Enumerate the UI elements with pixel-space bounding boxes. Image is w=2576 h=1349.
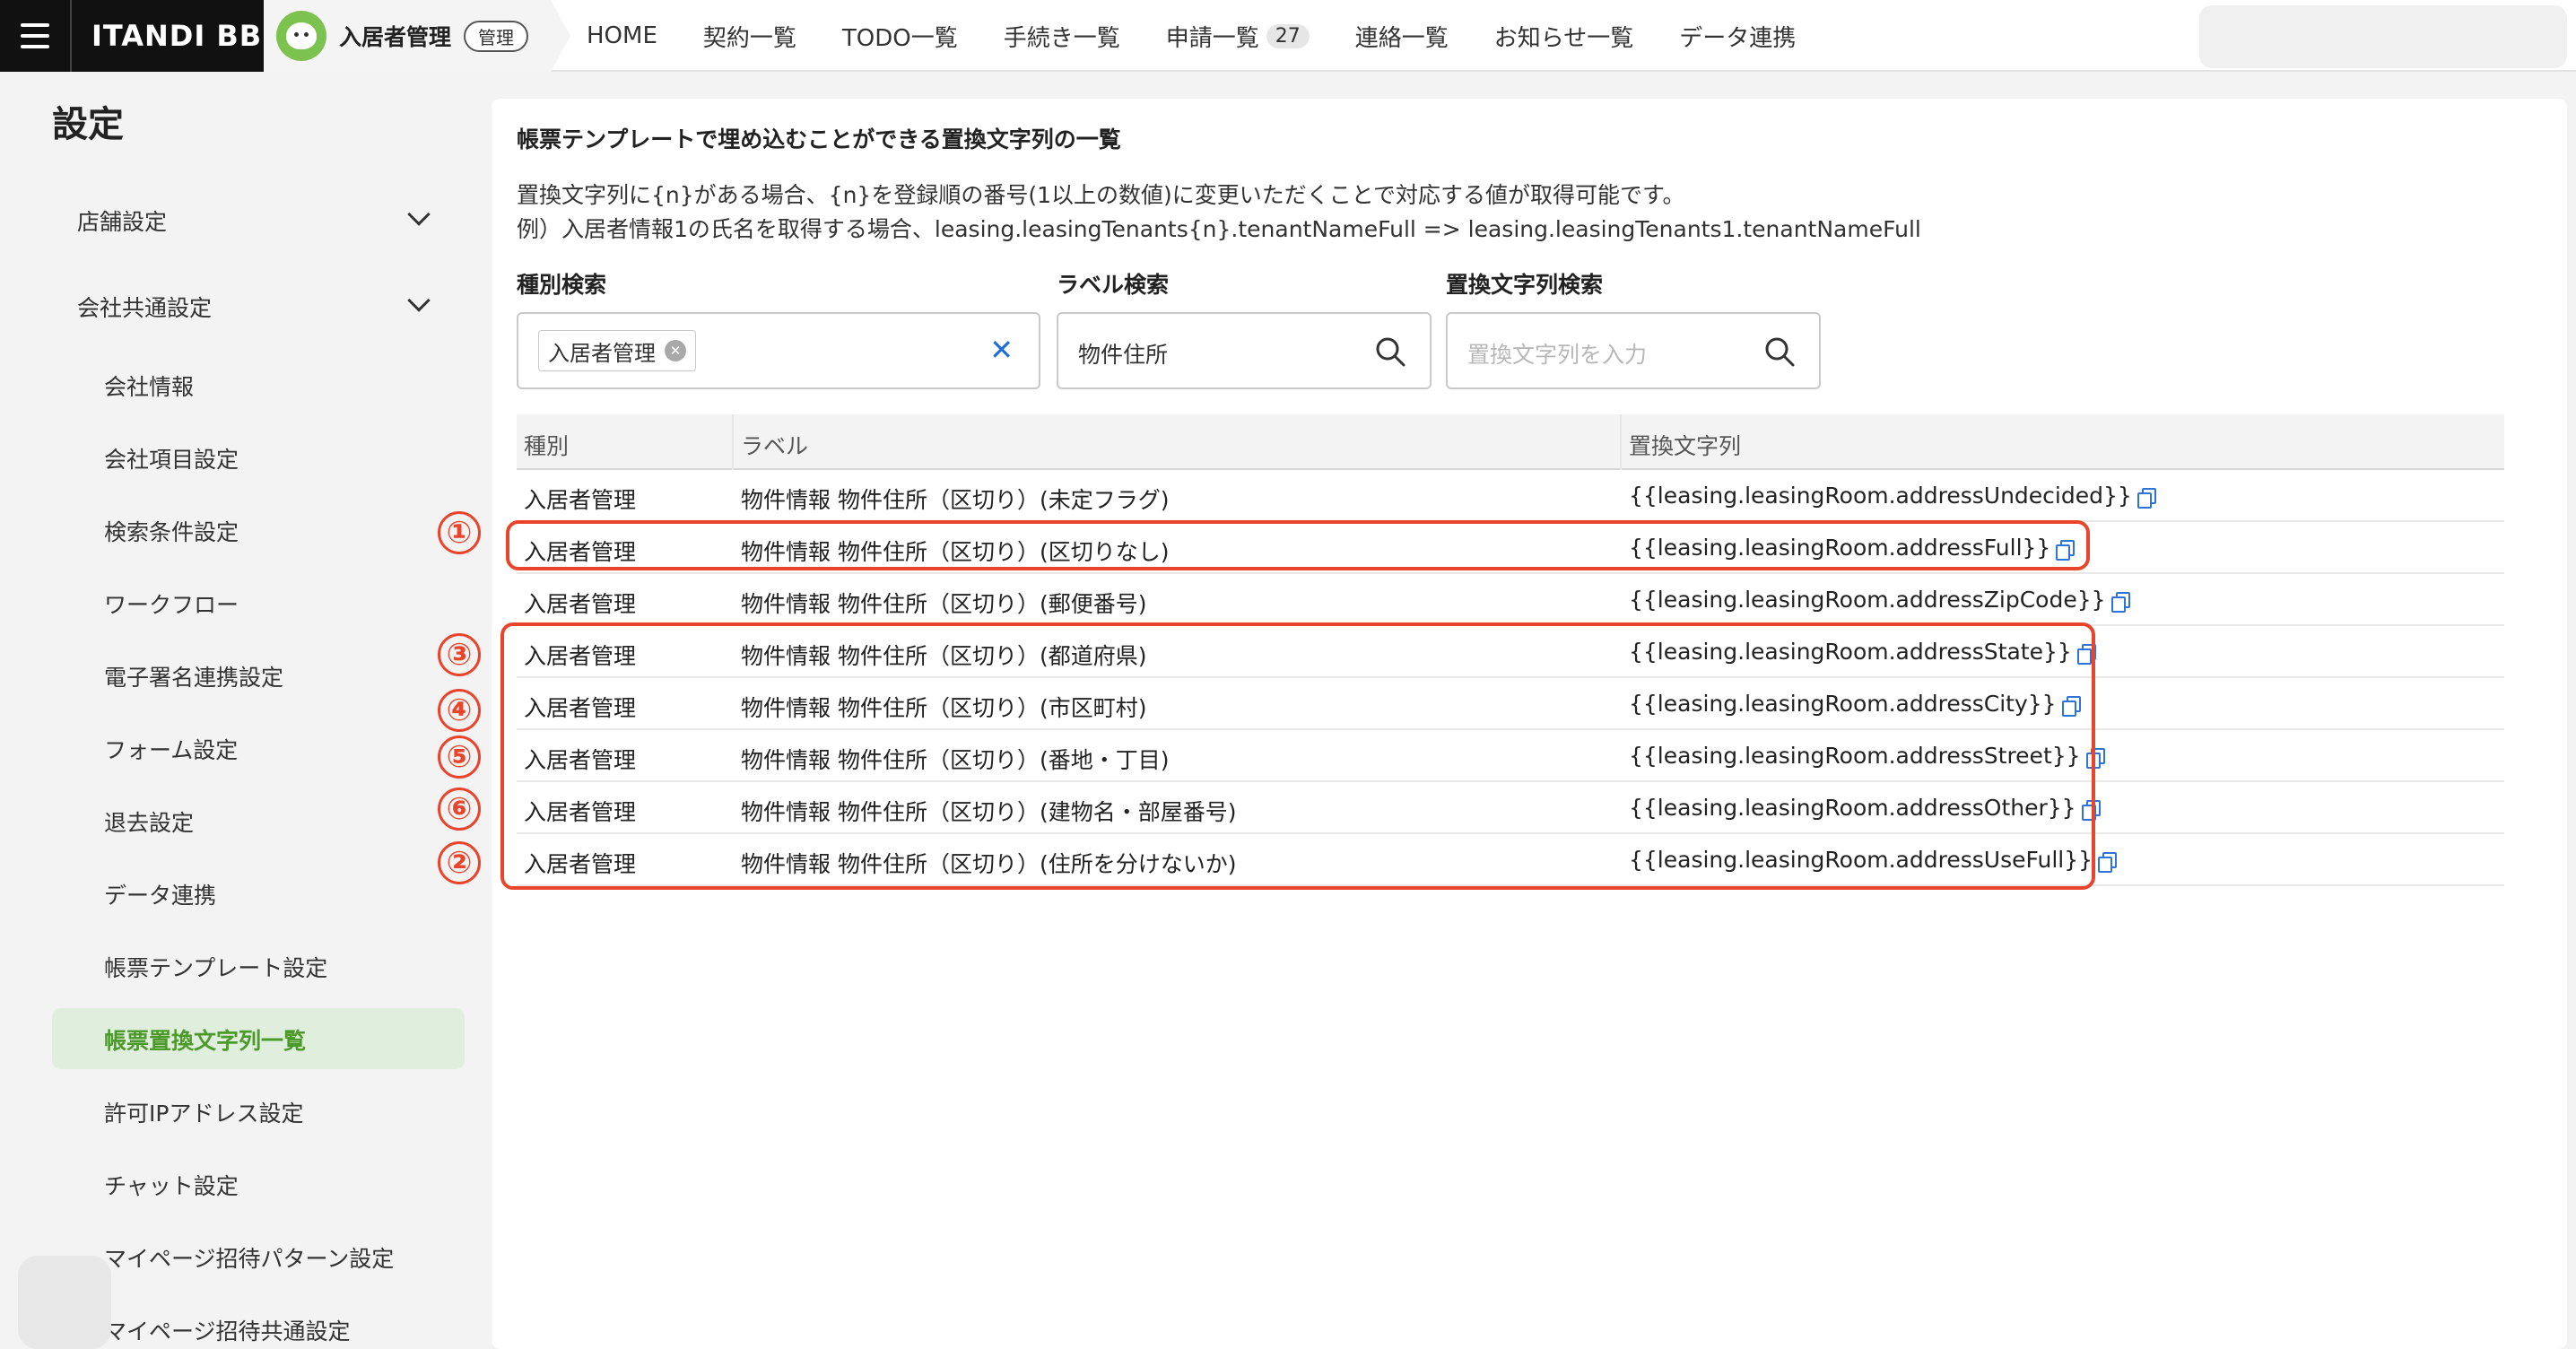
annotation-number: ⑤ — [438, 735, 481, 779]
sidebar-item-search-conditions[interactable]: 検索条件設定 — [104, 515, 239, 547]
description-line-2: 例）入居者情報1の氏名を取得する場合、leasing.leasingTenant… — [517, 216, 1921, 242]
annotation-highlight-box — [500, 622, 2095, 890]
main-nav: HOME 契約一覧 TODO一覧 手続き一覧 申請一覧 27 連絡一覧 お知らせ一… — [587, 0, 1796, 72]
sidebar-title: 設定 — [52, 104, 124, 145]
nav-applications[interactable]: 申請一覧 27 — [1166, 20, 1310, 53]
nav-home[interactable]: HOME — [587, 22, 657, 49]
sidebar-item-mypage-invite-pattern[interactable]: マイページ招待パターン設定 — [104, 1241, 394, 1274]
nav-label: TODO一覧 — [841, 24, 958, 52]
sidebar-item-company-info[interactable]: 会社情報 — [104, 370, 194, 402]
chip-remove-icon[interactable]: ✕ — [665, 340, 686, 361]
column-header-type: 種別 — [524, 433, 570, 459]
replace-search-input[interactable]: 置換文字列を入力 — [1446, 312, 1821, 389]
nav-label: HOME — [587, 22, 657, 49]
replace-search-placeholder: 置換文字列を入力 — [1467, 342, 1648, 368]
nav-messages[interactable]: 連絡一覧 — [1355, 20, 1449, 53]
sidebar-item-allowed-ip[interactable]: 許可IPアドレス設定 — [104, 1096, 303, 1128]
description-line-1: 置換文字列に{n}がある場合、{n}を登録順の番号(1以上の数値)に変更いただく… — [517, 182, 1685, 208]
column-header-label: ラベル — [741, 433, 809, 459]
menu-icon[interactable] — [0, 0, 70, 72]
applications-count-badge: 27 — [1266, 23, 1310, 48]
annotation-number: ③ — [438, 633, 481, 676]
nav-procedures[interactable]: 手続き一覧 — [1004, 20, 1120, 53]
replace-filter-label: 置換文字列検索 — [1446, 272, 1604, 298]
page-heading: 帳票テンプレートで埋め込むことができる置換文字列の一覧 — [517, 126, 1121, 152]
sidebar-item-workflow[interactable]: ワークフロー — [104, 587, 239, 620]
top-bar: ITANDI BB 入居者管理 管理 HOME 契約一覧 TODO一覧 手続き一… — [0, 0, 2576, 72]
nav-label: データ連携 — [1679, 24, 1797, 52]
sidebar-item-forms[interactable]: フォーム設定 — [104, 733, 238, 765]
label-search-input[interactable]: 物件住所 — [1057, 312, 1432, 389]
floating-chat-button[interactable] — [18, 1256, 111, 1349]
sidebar-item-form-templates[interactable]: 帳票テンプレート設定 — [104, 951, 327, 983]
label-filter-label: ラベル検索 — [1057, 272, 1170, 298]
sidebar-item-chat[interactable]: チャット設定 — [104, 1169, 239, 1201]
cell-replace: {{leasing.leasingRoom.addressUndecided}} — [1629, 483, 2156, 509]
sidebar-item-replacement-strings[interactable]: 帳票置換文字列一覧 — [104, 1023, 306, 1056]
replace-string: {{leasing.leasingRoom.addressZipCode}} — [1629, 587, 2106, 613]
nav-label: 契約一覧 — [702, 24, 796, 52]
nav-todo[interactable]: TODO一覧 — [842, 20, 958, 53]
app-role-badge: 管理 — [464, 20, 529, 52]
nav-data-integration[interactable]: データ連携 — [1679, 20, 1796, 53]
cell-replace: {{leasing.leasingRoom.addressZipCode}} — [1629, 587, 2130, 613]
annotation-number: ⑥ — [438, 788, 481, 831]
sidebar-group-company[interactable]: 会社共通設定 — [77, 291, 436, 323]
column-divider — [1620, 414, 1622, 470]
nav-notices[interactable]: お知らせ一覧 — [1494, 20, 1633, 53]
brand-logo[interactable]: ITANDI BB — [70, 0, 264, 72]
replace-string: {{leasing.leasingRoom.addressUndecided}} — [1629, 483, 2132, 509]
clear-icon[interactable]: ✕ — [989, 334, 1014, 366]
type-filter-select[interactable]: 入居者管理 ✕ ✕ — [517, 312, 1040, 389]
annotation-highlight-box — [506, 520, 2090, 570]
table-row: 入居者管理 物件情報 物件住所（区切り）(郵便番号) {{leasing.lea… — [517, 574, 2504, 626]
sidebar-group-store[interactable]: 店舗設定 — [77, 205, 436, 237]
type-filter-label: 種別検索 — [517, 272, 607, 298]
sidebar-item-moveout[interactable]: 退去設定 — [104, 805, 194, 838]
table-header: 種別 ラベル 置換文字列 — [517, 414, 2504, 470]
copy-icon[interactable] — [2110, 592, 2130, 613]
annotation-number: ① — [438, 511, 481, 554]
label-search-value: 物件住所 — [1078, 342, 1169, 368]
copy-icon[interactable] — [2098, 852, 2118, 873]
search-icon[interactable] — [1374, 335, 1406, 368]
cell-type: 入居者管理 — [524, 487, 637, 513]
search-icon[interactable] — [1763, 335, 1796, 368]
cell-label: 物件情報 物件住所（区切り）(郵便番号) — [741, 591, 1147, 617]
annotation-number: ② — [438, 841, 481, 884]
cell-type: 入居者管理 — [524, 591, 637, 617]
annotation-number: ④ — [438, 689, 481, 732]
bear-app-icon — [276, 11, 326, 61]
type-filter-chip: 入居者管理 ✕ — [538, 330, 696, 371]
sidebar-item-mypage-invite-common[interactable]: マイページ招待共通設定 — [104, 1314, 351, 1346]
global-search-box[interactable] — [2199, 5, 2567, 68]
app-name: 入居者管理 — [339, 24, 452, 50]
sidebar-item-company-fields[interactable]: 会社項目設定 — [104, 442, 239, 474]
nav-label: 手続き一覧 — [1003, 24, 1120, 52]
column-divider — [732, 414, 734, 470]
copy-icon[interactable] — [2137, 488, 2156, 509]
chip-label: 入居者管理 — [548, 340, 656, 366]
column-header-replace: 置換文字列 — [1629, 433, 1742, 459]
app-switcher[interactable]: 入居者管理 管理 — [264, 0, 570, 72]
nav-label: 連絡一覧 — [1354, 24, 1449, 52]
sidebar-item-data-integration[interactable]: データ連携 — [104, 878, 216, 910]
table-row: 入居者管理 物件情報 物件住所（区切り）(未定フラグ) {{leasing.le… — [517, 470, 2504, 522]
settings-sidebar: 設定 店舗設定 会社共通設定 会社情報 会社項目設定 検索条件設定 ワークフロー… — [0, 74, 492, 1349]
nav-label: 申請一覧 — [1165, 24, 1259, 52]
nav-label: お知らせ一覧 — [1493, 24, 1634, 52]
cell-label: 物件情報 物件住所（区切り）(未定フラグ) — [741, 487, 1170, 513]
nav-contracts[interactable]: 契約一覧 — [703, 20, 796, 53]
sidebar-item-esign[interactable]: 電子署名連携設定 — [104, 660, 283, 692]
